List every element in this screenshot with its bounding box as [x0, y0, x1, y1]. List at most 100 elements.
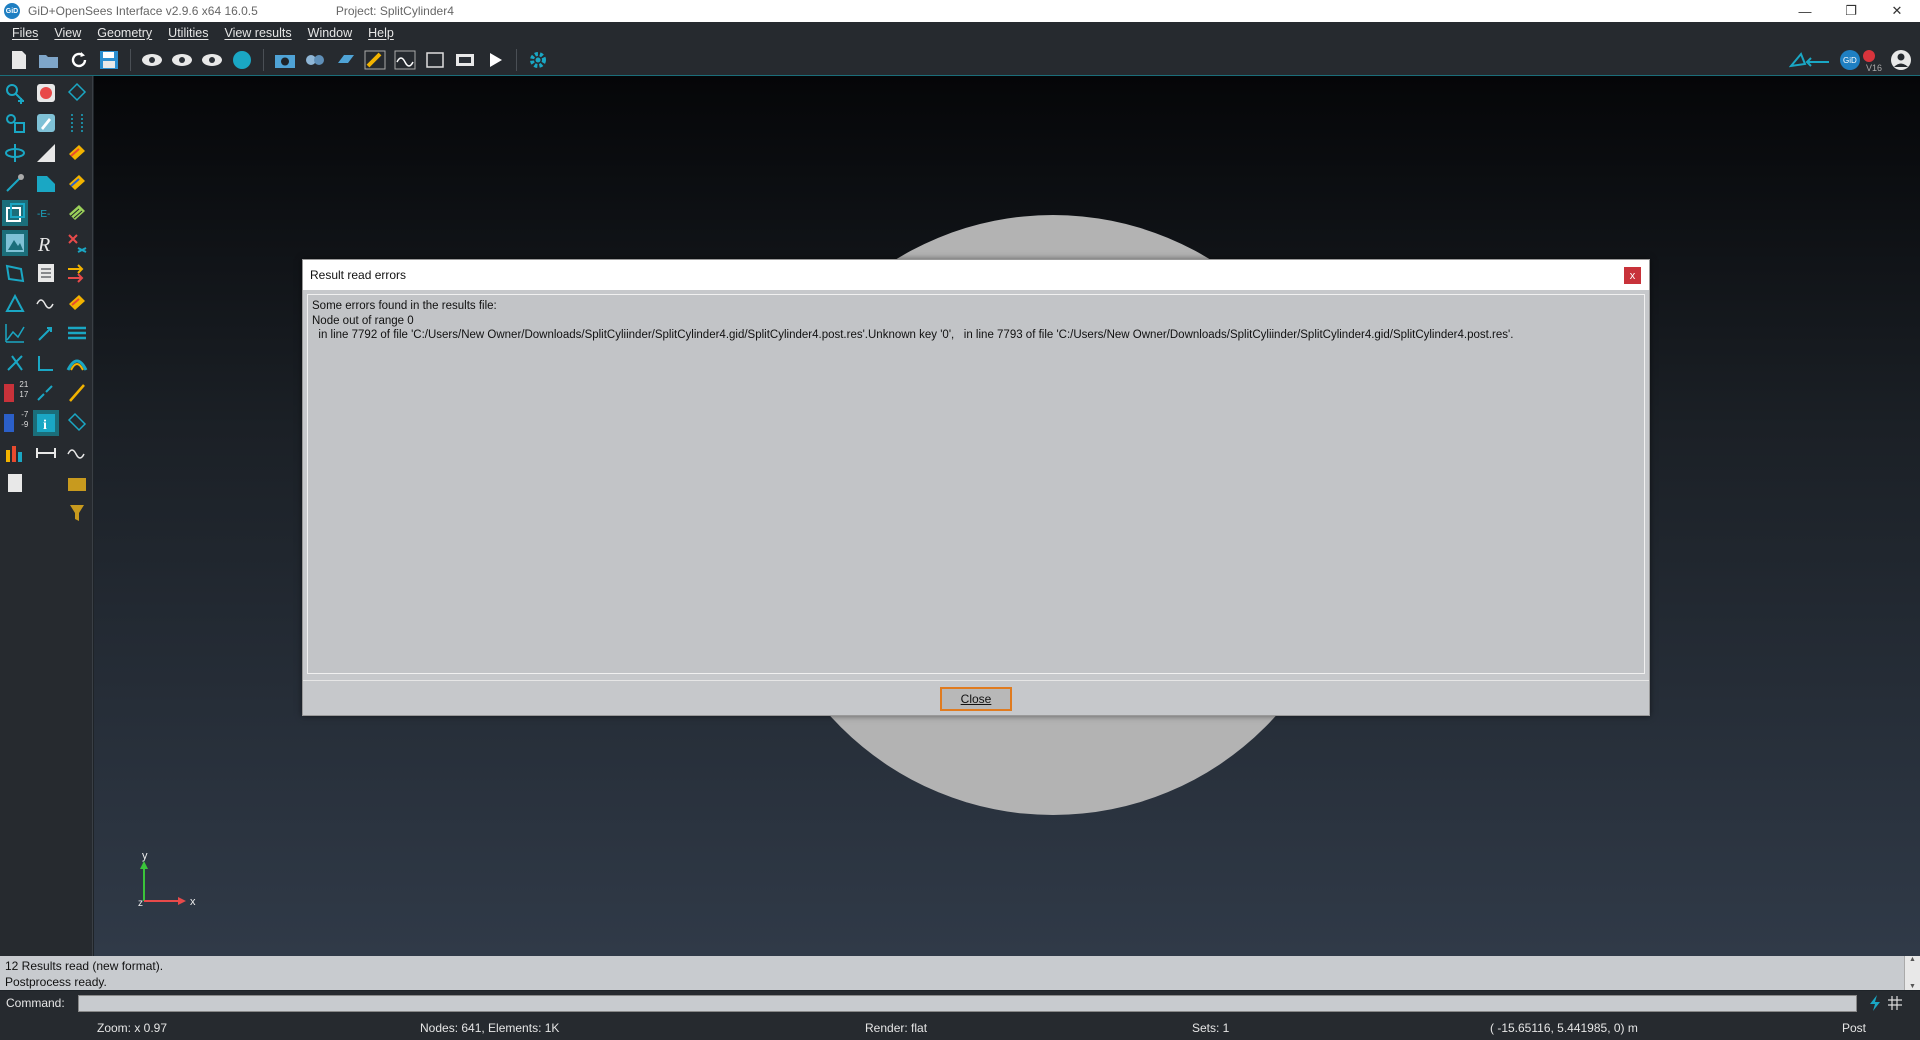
distance-icon[interactable] — [33, 440, 59, 466]
cut-icon[interactable] — [2, 350, 28, 376]
camera-icon[interactable] — [272, 47, 298, 73]
dialog-footer: Close — [303, 680, 1649, 716]
legend-number-17: 17 — [19, 390, 29, 399]
contour-fill-icon[interactable] — [362, 47, 388, 73]
contour-lines-icon[interactable] — [64, 200, 90, 226]
version-badge: V16 — [1865, 63, 1882, 73]
status-bar: Zoom: x 0.97 Nodes: 641, Elements: 1K Re… — [0, 1015, 1920, 1040]
folder-yellow-icon[interactable] — [64, 470, 90, 496]
layers-icon[interactable] — [332, 47, 358, 73]
vector-icon[interactable] — [33, 320, 59, 346]
xy-axis-icon[interactable] — [33, 350, 59, 376]
pan-icon[interactable] — [2, 170, 28, 196]
menu-window[interactable]: Window — [300, 26, 360, 40]
bar-chart-icon[interactable] — [2, 440, 28, 466]
menu-utilities[interactable]: Utilities — [160, 26, 216, 40]
new-file-icon[interactable] — [6, 47, 32, 73]
rotate-icon[interactable] — [2, 140, 28, 166]
shape-icon[interactable] — [33, 170, 59, 196]
triangle-icon[interactable] — [2, 290, 28, 316]
restore-button[interactable]: ❐ — [1828, 0, 1874, 22]
preprocess-switch-icon[interactable] — [1788, 47, 1834, 73]
menu-view-results[interactable]: View results — [216, 26, 299, 40]
close-button[interactable]: Close — [940, 686, 1012, 711]
menu-view[interactable]: View — [46, 26, 89, 40]
menu-files[interactable]: Files — [4, 26, 46, 40]
list-page-icon[interactable] — [33, 260, 59, 286]
slope-icon[interactable] — [33, 140, 59, 166]
command-icons — [1865, 993, 1905, 1013]
dimension-icon[interactable] — [64, 110, 90, 136]
group-icon[interactable] — [302, 47, 328, 73]
surface-view-icon[interactable] — [2, 230, 29, 256]
zoom-in-icon[interactable] — [2, 80, 28, 106]
scroll-up-icon[interactable]: ▲ — [1909, 956, 1916, 963]
legend-number-neg9: -9 — [21, 420, 29, 429]
frame-icon[interactable] — [422, 47, 448, 73]
sine-icon[interactable] — [64, 440, 90, 466]
r-label-icon[interactable]: R — [33, 230, 59, 256]
status-nodes-elements: Nodes: 641, Elements: 1K — [420, 1021, 560, 1035]
select-frame-icon[interactable] — [2, 200, 29, 226]
legend-number-21: 21 — [19, 380, 29, 389]
arrows-icon[interactable] — [33, 380, 59, 406]
output-line: 12 Results read (new format). — [5, 959, 164, 973]
record-icon[interactable] — [33, 80, 59, 106]
refresh-icon[interactable] — [66, 47, 92, 73]
command-input[interactable] — [78, 994, 1857, 1012]
wave-icon[interactable] — [33, 290, 59, 316]
output-scrollbar[interactable]: ▲ ▼ — [1904, 956, 1920, 990]
settings-gear-icon[interactable] — [525, 47, 551, 73]
open-folder-icon[interactable] — [36, 47, 62, 73]
command-bar: Command: — [0, 991, 1920, 1015]
user-account-icon[interactable] — [1888, 47, 1914, 73]
zoom-box-icon[interactable] — [2, 110, 28, 136]
polygon-icon[interactable] — [2, 260, 28, 286]
status-mode: Post — [1842, 1021, 1867, 1035]
dialog-close-x-button[interactable]: x — [1624, 267, 1641, 284]
scroll-down-icon[interactable]: ▼ — [1909, 983, 1916, 990]
edit-pencil-icon[interactable] — [33, 110, 59, 136]
element-label-icon[interactable]: -E- — [33, 200, 59, 226]
legend-red-icon[interactable]: 21 17 — [2, 380, 28, 406]
contour-rainbow-icon[interactable] — [64, 290, 90, 316]
graph-lines-icon[interactable] — [2, 320, 28, 346]
error-line: Node out of range 0 — [312, 314, 414, 327]
contour-blue-icon[interactable] — [64, 170, 90, 196]
view-eye-rotate-icon[interactable] — [169, 47, 195, 73]
arch-icon[interactable] — [64, 350, 90, 376]
page-icon[interactable] — [2, 470, 28, 496]
menu-geometry[interactable]: Geometry — [89, 26, 160, 40]
view-eye-icon[interactable] — [139, 47, 165, 73]
view-eye-settings-icon[interactable] — [199, 47, 225, 73]
minimize-button[interactable]: — — [1782, 0, 1828, 22]
play-icon[interactable] — [482, 47, 508, 73]
left-toolbar-col-2: -E- R i — [31, 76, 62, 956]
axis-label-z: z — [138, 898, 143, 909]
left-toolbar-col-3 — [61, 76, 92, 956]
render-sphere-icon[interactable] — [229, 47, 255, 73]
funnel-icon[interactable] — [64, 500, 90, 526]
close-window-button[interactable]: ✕ — [1874, 0, 1920, 22]
stripes-icon[interactable] — [64, 320, 90, 346]
contour-yellow-icon[interactable] — [64, 140, 90, 166]
legend-number-neg7: -7 — [21, 410, 29, 419]
save-icon[interactable] — [96, 47, 122, 73]
arrow-right-icon[interactable] — [64, 260, 90, 286]
mesh-view-icon[interactable] — [64, 80, 90, 106]
menu-help[interactable]: Help — [360, 26, 402, 40]
svg-text:-E-: -E- — [37, 209, 50, 220]
graph-icon[interactable] — [392, 47, 418, 73]
svg-text:GiD: GiD — [1843, 56, 1857, 65]
line-probe-icon[interactable] — [64, 380, 90, 406]
gid-badge-icon[interactable]: GiD V16 — [1838, 47, 1884, 73]
section-icon[interactable] — [64, 410, 90, 436]
output-line: Postprocess ready. — [5, 975, 107, 989]
lightning-icon[interactable] — [1865, 993, 1885, 1013]
grid-icon[interactable] — [1885, 993, 1905, 1013]
animation-icon[interactable] — [452, 47, 478, 73]
info-icon[interactable]: i — [33, 410, 59, 436]
delete-xyz-icon[interactable] — [64, 230, 90, 256]
main-toolbar: GiD V16 — [0, 44, 1920, 76]
legend-blue-icon[interactable]: -7 -9 — [2, 410, 28, 436]
